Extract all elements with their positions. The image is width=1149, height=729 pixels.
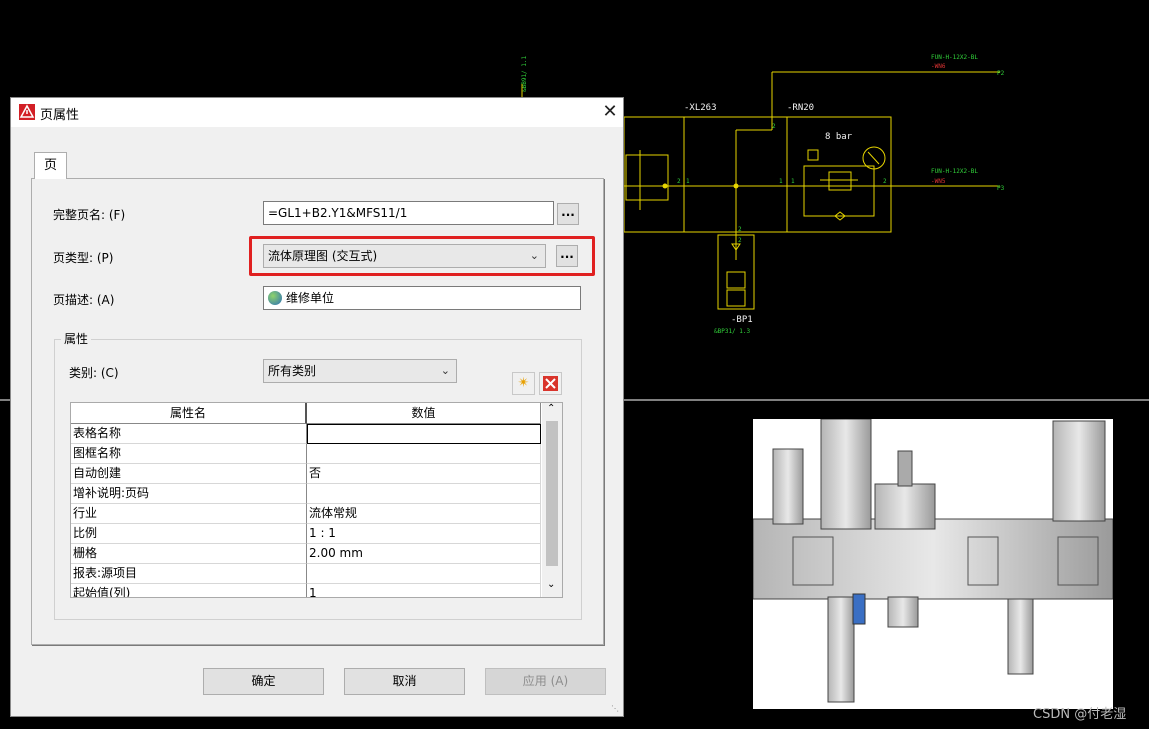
svg-text:2: 2 <box>883 178 887 185</box>
valve-assembly-illustration <box>753 419 1113 703</box>
full-page-name-field[interactable]: =GL1+B2.Y1&MFS11/1 <box>263 201 554 225</box>
page-description-value: 维修单位 <box>286 291 335 305</box>
svg-text:&BP31/ 1.3: &BP31/ 1.3 <box>714 328 751 335</box>
svg-text:FUN-H-12X2-BL: FUN-H-12X2-BL <box>931 168 978 175</box>
property-name-cell: 报表:源项目 <box>71 564 307 584</box>
page-properties-dialog: 页属性 ✕ 页 完整页名: (F) =GL1+B2.Y1&MFS11/1 ...… <box>10 97 624 717</box>
dialog-title-bar[interactable]: 页属性 ✕ <box>11 98 623 127</box>
globe-icon <box>268 291 282 305</box>
svg-text:1: 1 <box>791 178 795 185</box>
column-header-value[interactable]: 数值 <box>307 403 541 424</box>
property-name-cell: 比例 <box>71 524 307 544</box>
dialog-title: 页属性 <box>40 108 80 123</box>
new-property-button[interactable]: ✴ <box>512 372 535 395</box>
delete-x-icon <box>543 376 558 391</box>
svg-text:P3: P3 <box>997 185 1005 192</box>
page-type-label: 页类型: (P) <box>53 251 114 265</box>
full-page-name-label: 完整页名: (F) <box>53 208 126 222</box>
scrollbar-thumb[interactable] <box>546 421 558 566</box>
table-row[interactable]: 起始值(列) 1 <box>71 584 541 597</box>
product-image <box>753 419 1113 709</box>
table-row[interactable]: 报表:源项目 <box>71 564 541 584</box>
property-name-cell: 增补说明:页码 <box>71 484 307 504</box>
table-row[interactable]: 比例 1 : 1 <box>71 524 541 544</box>
category-value: 所有类别 <box>268 364 317 378</box>
chevron-down-icon: ⌄ <box>440 364 450 377</box>
cancel-button[interactable]: 取消 <box>344 668 465 695</box>
svg-text:P2: P2 <box>997 70 1005 77</box>
property-value-cell[interactable]: 1 <box>307 584 541 597</box>
property-value-cell[interactable]: 流体常规 <box>307 504 541 524</box>
property-name-cell: 栅格 <box>71 544 307 564</box>
svg-text:2: 2 <box>772 123 776 130</box>
resize-grip-icon[interactable]: ⋱ <box>611 704 619 713</box>
page-description-label: 页描述: (A) <box>53 293 115 307</box>
svg-text:2: 2 <box>677 178 681 185</box>
app-warning-icon <box>19 104 35 120</box>
svg-text:FUN-H-12X2-BL: FUN-H-12X2-BL <box>931 54 978 61</box>
property-value-cell[interactable] <box>307 564 541 584</box>
full-page-name-browse-button[interactable]: ... <box>557 203 579 225</box>
watermark: CSDN @付老湿 <box>1033 707 1127 722</box>
svg-text:-XL263: -XL263 <box>684 103 717 113</box>
svg-text:2: 2 <box>738 226 742 233</box>
table-row[interactable]: 栅格 2.00 mm <box>71 544 541 564</box>
svg-text:8 bar: 8 bar <box>825 132 853 142</box>
svg-text:-RN20: -RN20 <box>787 103 814 113</box>
svg-text:2: 2 <box>738 237 742 244</box>
grid-scrollbar[interactable]: ⌃ ⌄ <box>542 403 562 597</box>
close-button[interactable]: ✕ <box>599 101 621 123</box>
category-label: 类别: (C) <box>69 366 119 380</box>
svg-text:-BP1: -BP1 <box>731 315 753 325</box>
property-name-cell: 表格名称 <box>71 424 307 444</box>
property-value-cell[interactable] <box>307 444 541 464</box>
properties-group-title: 属性 <box>61 330 92 347</box>
scroll-up-icon[interactable]: ⌃ <box>547 403 555 414</box>
delete-property-button[interactable] <box>539 372 562 395</box>
page-description-field[interactable]: 维修单位 <box>263 286 581 310</box>
svg-text:-WN5: -WN5 <box>931 178 946 185</box>
property-value-cell[interactable] <box>307 424 541 444</box>
property-name-cell: 行业 <box>71 504 307 524</box>
table-row[interactable]: 行业 流体常规 <box>71 504 541 524</box>
svg-text:-WN6: -WN6 <box>931 63 946 70</box>
column-header-property-name[interactable]: 属性名 <box>71 403 307 424</box>
ok-button[interactable]: 确定 <box>203 668 324 695</box>
property-value-cell[interactable]: 1 : 1 <box>307 524 541 544</box>
sparkle-icon: ✴ <box>517 375 530 391</box>
category-select[interactable]: 所有类别 ⌄ <box>263 359 457 383</box>
property-value-cell[interactable] <box>307 484 541 504</box>
property-value-cell[interactable]: 2.00 mm <box>307 544 541 564</box>
property-name-cell: 起始值(列) <box>71 584 307 597</box>
apply-button[interactable]: 应用 (A) <box>485 668 606 695</box>
table-row[interactable]: 增补说明:页码 <box>71 484 541 504</box>
property-value-cell[interactable]: 否 <box>307 464 541 484</box>
table-row[interactable]: 自动创建 否 <box>71 464 541 484</box>
svg-text:1: 1 <box>686 178 690 185</box>
properties-grid: 属性名 数值 表格名称 图框名称 自动创建 否 增补说明:页码 行业 流体常规 … <box>70 402 563 598</box>
property-name-cell: 图框名称 <box>71 444 307 464</box>
scroll-down-icon[interactable]: ⌄ <box>547 579 555 590</box>
red-highlight-box <box>249 236 595 276</box>
table-row[interactable]: 图框名称 <box>71 444 541 464</box>
svg-text:1: 1 <box>779 178 783 185</box>
table-row[interactable]: 表格名称 <box>71 424 541 444</box>
tab-page[interactable]: 页 <box>34 152 67 179</box>
property-name-cell: 自动创建 <box>71 464 307 484</box>
